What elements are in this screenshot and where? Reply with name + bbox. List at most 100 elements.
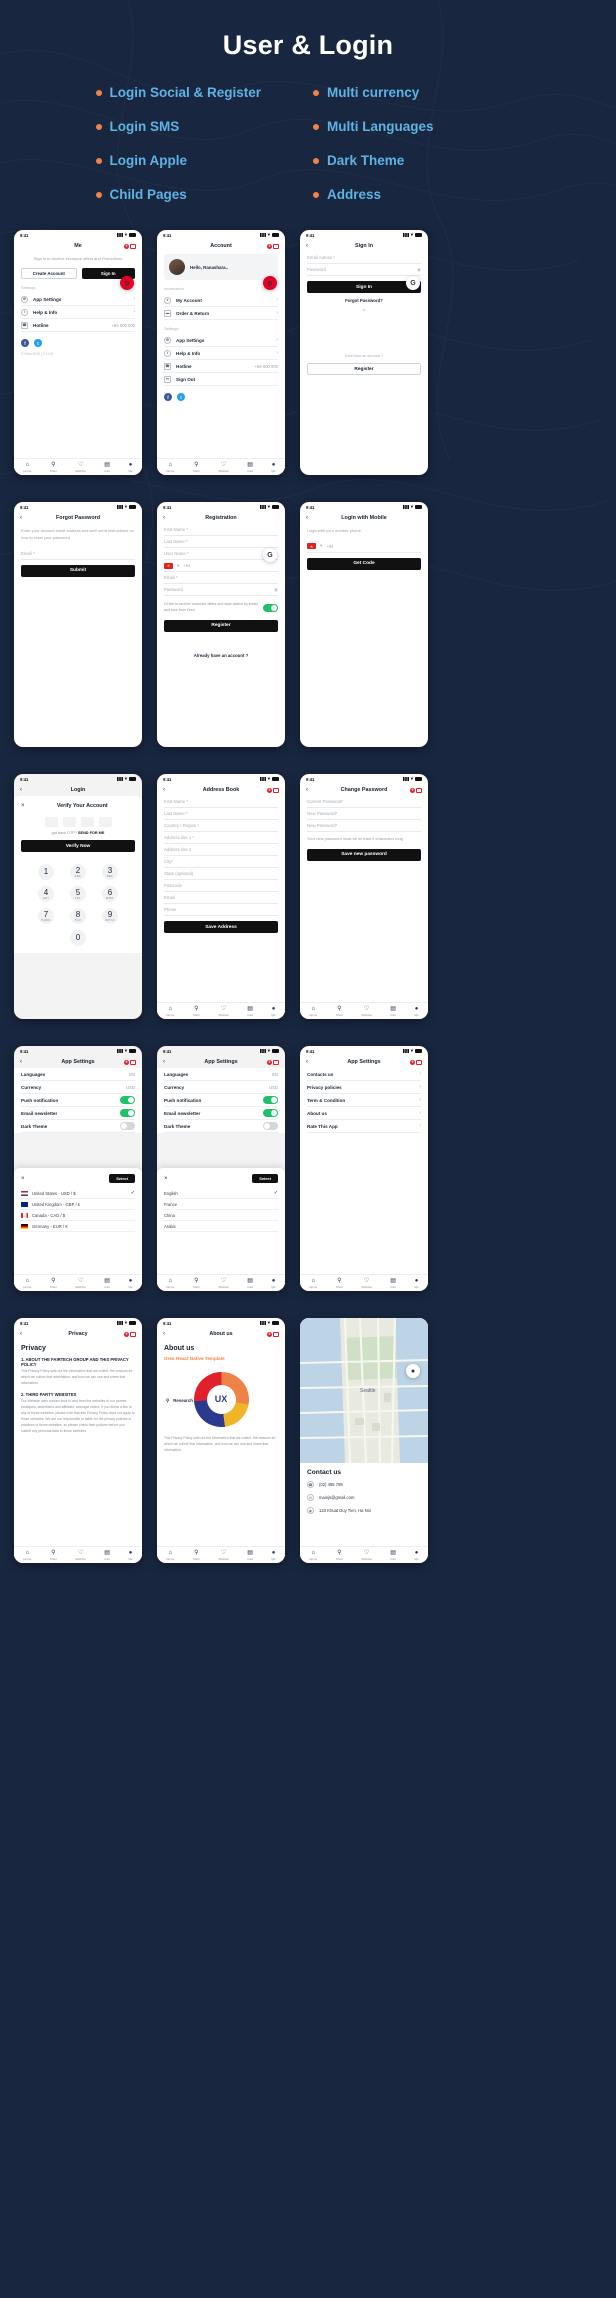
list-item-hotline[interactable]: ☎ Hotline +84 000 000 [21,319,135,333]
key-2[interactable]: 2 ABC [70,864,86,880]
forgot-password-link[interactable]: Forgot Password? [307,298,421,303]
select-button[interactable]: Select [109,1174,135,1183]
apple-login-icon[interactable]:  [359,317,370,328]
contact-email-row[interactable]: ✉ mainjs@gmail.com [307,1494,421,1501]
cart-button[interactable]: 0 [267,787,279,793]
key-4[interactable]: 4 GHI [38,886,54,902]
tab-cart[interactable]: ▤ Cart [390,1006,396,1017]
tab-shop[interactable]: ⚲ Shop [50,462,57,473]
address-field-first-name[interactable]: First Name * [164,796,278,808]
list-item-sign-out[interactable]: ↦ Sign Out [164,373,278,386]
map-pin-icon[interactable]: ● [406,1364,420,1378]
otp-digit-2[interactable] [62,817,76,827]
list-item-app-settings[interactable]: ⚙ App Settings › [21,293,135,307]
sign-in-submit-button[interactable]: Sign In [307,281,421,293]
email-field[interactable]: Email * [164,572,278,584]
tab-cart[interactable]: ▤ Cart [390,1550,396,1561]
menu-item-rate-this-app[interactable]: Rate This App › [307,1120,421,1133]
tab-home[interactable]: ⌂ Home [309,1550,317,1561]
tab-wishlist[interactable]: ♡ Wishlist [361,1006,371,1017]
create-account-button[interactable]: Create Account [21,268,77,280]
last-name-field[interactable]: Last Name * [164,536,278,548]
key-5[interactable]: 5 JKL [70,886,86,902]
tab-me[interactable]: ● Me [272,1550,276,1561]
tab-home[interactable]: ⌂ Home [309,1278,317,1289]
address-field-line1[interactable]: Address line 1 * [164,832,278,844]
address-field-last-name[interactable]: Last Name * [164,808,278,820]
menu-item-privacy-policies[interactable]: Privacy policies › [307,1081,421,1094]
first-name-field[interactable]: First Name * [164,524,278,536]
google-login-icon[interactable]: G [406,276,420,290]
setting-languages[interactable]: Languages EN [164,1068,278,1081]
eye-icon[interactable]: ◉ [417,267,421,273]
tab-home[interactable]: ⌂ Home [309,1006,317,1017]
setting-dark-theme[interactable]: Dark Theme [164,1120,278,1133]
profile-card[interactable]: Hello, Ranashara.. [164,254,278,280]
facebook-icon[interactable]: f [164,393,172,401]
language-option-arabic[interactable]: Arabic [164,1221,278,1232]
resend-link[interactable]: SEND FOR ME [78,831,104,835]
back-icon[interactable]: ‹ [163,515,165,521]
tab-shop[interactable]: ⚲ Shop [193,1550,200,1561]
map-view[interactable]: Seattle ● [300,1318,428,1463]
cart-button[interactable]: 0 [124,1059,136,1065]
confirm-password-field[interactable]: New Password* [307,820,421,832]
tab-home[interactable]: ⌂ Home [23,462,31,473]
back-icon[interactable]: ‹ [163,1059,165,1065]
key-1[interactable]: 1 [38,864,54,880]
tab-me[interactable]: ● Me [129,1550,133,1561]
tab-wishlist[interactable]: ♡ Wishlist [75,1550,85,1561]
tab-home[interactable]: ⌂ Home [166,1278,174,1289]
currency-option-us[interactable]: United States - USD / $ ✓ [21,1188,135,1199]
key-6[interactable]: 6 MNO [102,886,118,902]
back-icon[interactable]: ‹ [20,787,22,793]
dark-theme-toggle[interactable] [263,1122,278,1130]
otp-digit-3[interactable] [80,817,94,827]
cart-button[interactable]: 0 [410,1059,422,1065]
currency-option-uk[interactable]: United Kingdom - GBP / £ [21,1199,135,1210]
phone-field[interactable]: ▾+84 [164,560,278,572]
tab-home[interactable]: ⌂ Home [166,1550,174,1561]
already-account-link[interactable]: Already have an account ? [164,653,278,658]
back-icon[interactable]: ‹ [306,243,308,249]
tab-cart[interactable]: ▤ Cart [104,462,110,473]
save-password-button[interactable]: Save new password [307,848,421,861]
save-address-button[interactable]: Save Address [164,921,278,933]
address-field-country[interactable]: Country / Region * [164,820,278,832]
tab-wishlist[interactable]: ♡ Wishlist [361,1550,371,1561]
list-item-my-account[interactable]: ● My Account › [164,294,278,307]
tab-cart[interactable]: ▤ Cart [247,1006,253,1017]
tab-me[interactable]: ● Me [129,1278,133,1289]
tab-cart[interactable]: ▤ Cart [247,462,253,473]
facebook-icon[interactable]: f [21,339,29,348]
tab-shop[interactable]: ⚲ Shop [193,462,200,473]
list-item-hotline[interactable]: ☎ Hotline +84 000 000 [164,360,278,373]
currency-option-de[interactable]: Germany - EUR / € [21,1221,135,1232]
close-icon[interactable]: × [21,1176,25,1182]
consent-toggle[interactable] [263,603,278,612]
tab-shop[interactable]: ⚲ Shop [336,1006,343,1017]
contact-phone-row[interactable]: ☎ (02) 455 789 [307,1481,421,1488]
setting-push-notification[interactable]: Push notification [21,1094,135,1107]
tab-cart[interactable]: ▤ Cart [104,1550,110,1561]
tab-cart[interactable]: ▤ Cart [104,1278,110,1289]
tab-me[interactable]: ● Me [415,1006,419,1017]
get-code-button[interactable]: Get Code [307,557,421,570]
tab-shop[interactable]: ⚲ Shop [193,1278,200,1289]
address-field-line2[interactable]: Address line 2 [164,844,278,856]
tab-me[interactable]: ● Me [415,1278,419,1289]
setting-email-newsletter[interactable]: Email newsletter [164,1107,278,1120]
email-newsletter-toggle[interactable] [120,1109,135,1117]
tab-wishlist[interactable]: ♡ Wishlist [218,1278,228,1289]
tab-cart[interactable]: ▤ Cart [390,1278,396,1289]
tab-home[interactable]: ⌂ Home [166,1006,174,1017]
cart-button[interactable]: 0 [267,1331,279,1337]
tab-home[interactable]: ⌂ Home [23,1550,31,1561]
cart-button[interactable]: 0 [124,243,136,249]
tab-shop[interactable]: ⚲ Shop [50,1278,57,1289]
otp-digit-4[interactable] [98,817,112,827]
cart-button[interactable]: 0 [124,1331,136,1337]
back-icon[interactable]: ‹ [306,1059,308,1065]
back-icon[interactable]: ‹ [20,1331,22,1337]
tab-home[interactable]: ⌂ Home [166,462,174,473]
